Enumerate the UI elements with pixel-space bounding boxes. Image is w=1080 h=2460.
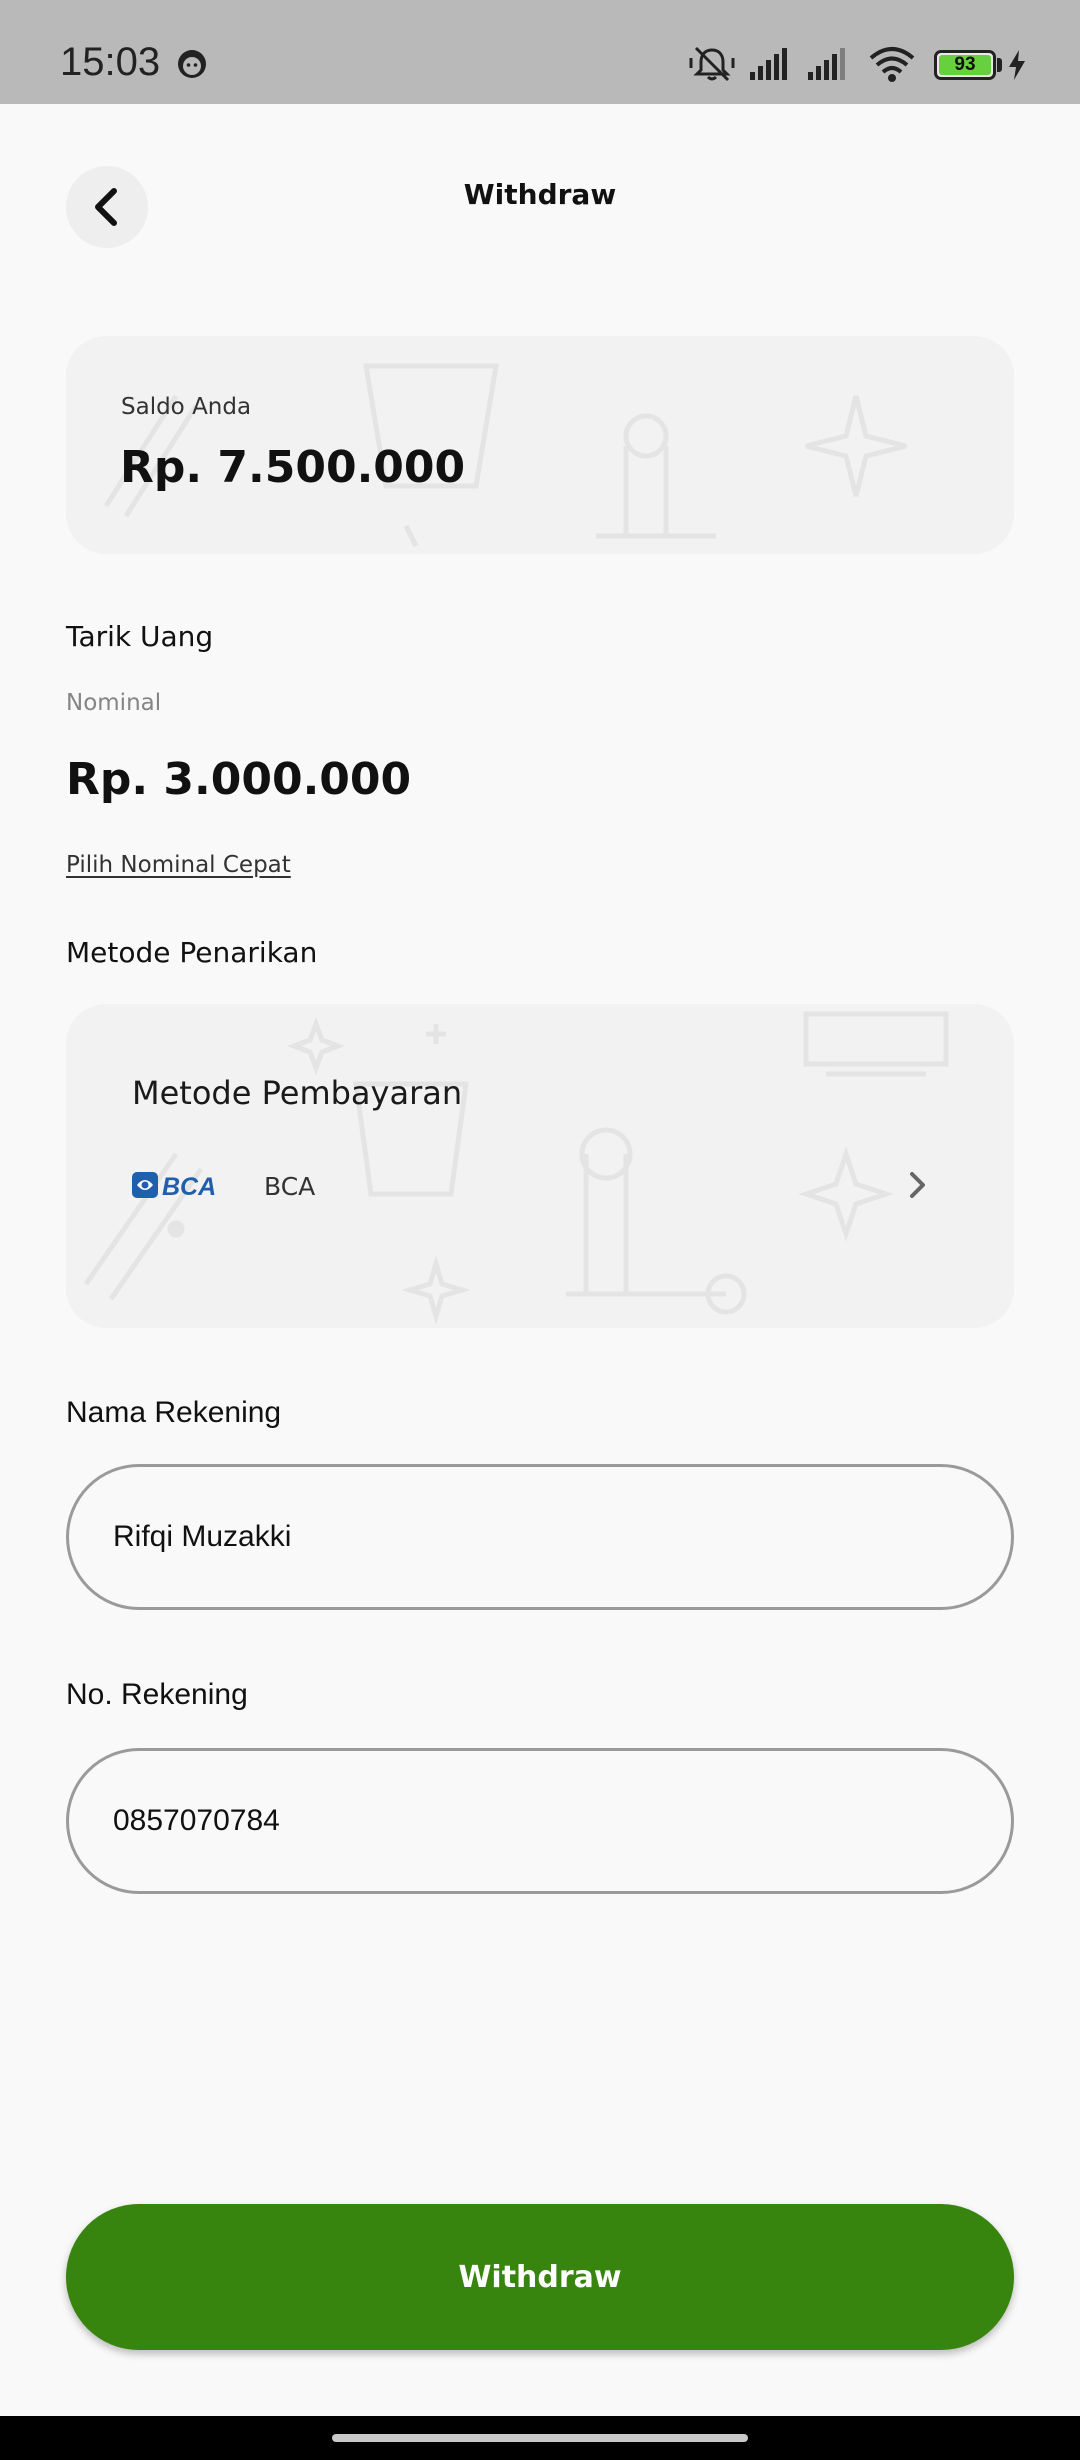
withdraw-section-title: Tarik Uang — [66, 620, 214, 653]
bca-logo-text: BCA — [162, 1173, 216, 1200]
bca-logo-icon: BCA — [132, 1172, 216, 1200]
balance-value: Rp. 7.500.000 — [120, 442, 466, 493]
method-section-title: Metode Penarikan — [66, 936, 318, 969]
face-notification-icon — [178, 50, 206, 78]
charging-icon — [1009, 50, 1025, 80]
home-indicator[interactable] — [332, 2434, 748, 2442]
battery-tip — [997, 58, 1002, 72]
withdraw-button[interactable]: Withdraw — [66, 2204, 1014, 2350]
account-name-input[interactable]: Rifqi Muzakki — [66, 1464, 1014, 1610]
balance-label: Saldo Anda — [121, 394, 252, 420]
signal-icon — [750, 48, 787, 80]
navigation-bar — [0, 2416, 1080, 2460]
balance-card: Saldo Anda Rp. 7.500.000 — [66, 336, 1014, 554]
card-background-pattern — [83, 1011, 949, 1325]
signal-icon — [808, 48, 845, 80]
battery-level: 93 — [954, 54, 976, 75]
chevron-right-icon — [910, 1172, 925, 1198]
nominal-value[interactable]: Rp. 3.000.000 — [66, 754, 411, 805]
status-time: 15:03 — [60, 40, 161, 84]
quick-nominal-link[interactable]: Pilih Nominal Cepat — [66, 852, 291, 878]
page-title: Withdraw — [463, 178, 617, 211]
nominal-label: Nominal — [66, 690, 162, 716]
payment-method-card[interactable]: Metode Pembayaran BCA BCA — [66, 1004, 1014, 1328]
method-card-title: Metode Pembayaran — [132, 1074, 463, 1112]
battery-icon: 93 — [934, 50, 996, 80]
status-bar: 15:03 93 — [0, 0, 1080, 104]
wifi-icon — [869, 47, 915, 82]
account-number-input[interactable]: 0857070784 — [66, 1748, 1014, 1894]
account-name-label: Nama Rekening — [66, 1396, 282, 1429]
bank-name: BCA — [264, 1172, 316, 1201]
mute-icon — [689, 46, 735, 82]
account-number-label: No. Rekening — [66, 1678, 248, 1711]
